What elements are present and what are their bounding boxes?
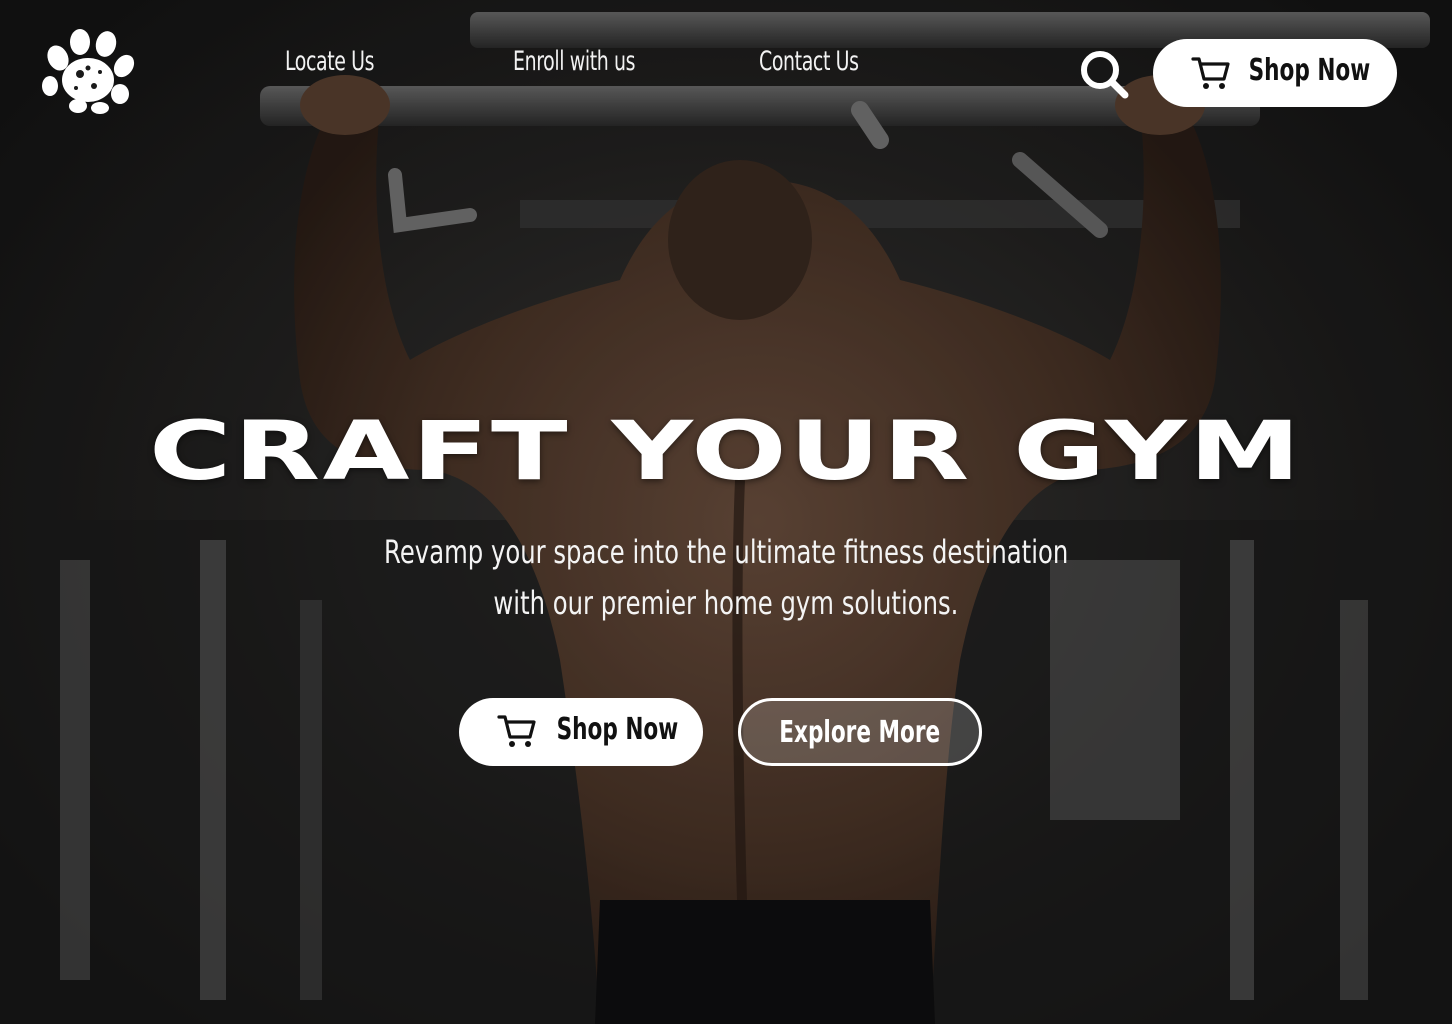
header-shop-now-button[interactable]: Shop Now	[1153, 39, 1397, 107]
explore-more-label: Explore More	[779, 714, 941, 750]
hero-subtitle-line-1-text: Revamp your space into the ultimate fitn…	[383, 533, 1069, 571]
hero-title-text: CRAFT YOUR GYM	[148, 404, 1304, 499]
nav-link-contact-us[interactable]: Contact Us	[759, 46, 859, 77]
hero-subtitle-line-2-text: with our premier home gym solutions.	[493, 584, 959, 622]
hero-subtitle-line-1: Revamp your space into the ultimate fitn…	[0, 533, 1452, 571]
hero-shop-now-label: Shop Now	[556, 712, 679, 747]
nav-link-enroll[interactable]: Enroll with us	[513, 46, 635, 77]
header-shop-now-label: Shop Now	[1248, 53, 1371, 88]
explore-more-button[interactable]: Explore More	[738, 698, 982, 766]
nav-link-locate-us[interactable]: Locate Us	[285, 46, 375, 77]
hero-title: CRAFT YOUR GYM	[0, 398, 1452, 505]
search-icon[interactable]	[1078, 48, 1130, 100]
cart-icon	[1191, 57, 1230, 89]
hero-subtitle-line-2: with our premier home gym solutions.	[0, 584, 1452, 622]
hero-shop-now-button[interactable]: Shop Now	[459, 698, 703, 766]
hero-darken-overlay	[0, 0, 1452, 1024]
cart-icon	[497, 715, 536, 747]
